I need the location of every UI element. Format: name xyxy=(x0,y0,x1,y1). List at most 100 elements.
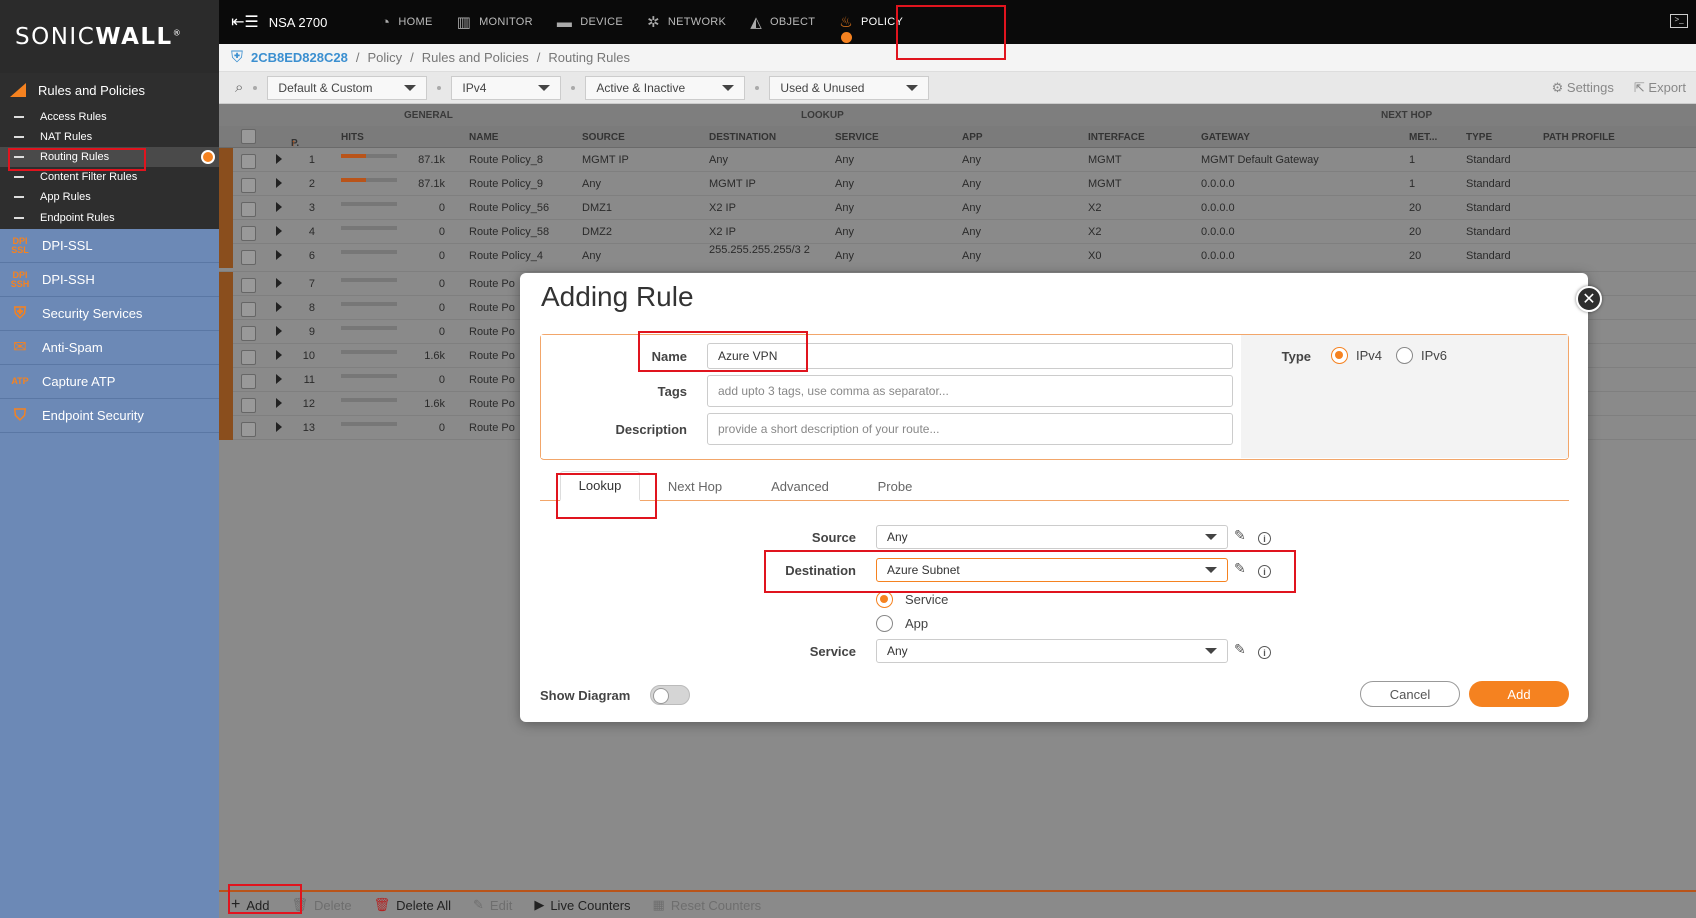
destination-info-icon[interactable]: i xyxy=(1258,565,1271,578)
row-checkbox[interactable] xyxy=(241,178,256,193)
search-icon[interactable]: ⌕ xyxy=(235,79,243,96)
close-icon[interactable]: ✕ xyxy=(1576,286,1602,312)
sidebar-item-anti-spam[interactable]: ✉ Anti-Spam xyxy=(0,331,219,365)
settings-button[interactable]: ⚙ Settings xyxy=(1552,80,1614,96)
expand-arrow-icon[interactable] xyxy=(276,374,282,384)
edit-button[interactable]: ✎ Edit xyxy=(473,897,512,913)
col-source[interactable]: SOURCE xyxy=(582,132,625,143)
sidebar-item-app-rules[interactable]: App Rules xyxy=(0,187,219,207)
table-row[interactable]: 4 0 Route Policy_58 DMZ2 X2 IP Any Any X2 0.0.0.… xyxy=(219,220,1696,244)
terminal-icon[interactable]: >_ xyxy=(1670,14,1688,28)
filter-ip-version[interactable]: IPv4 xyxy=(451,75,562,100)
sidebar-item-security-services[interactable]: ⛨ Security Services xyxy=(0,297,219,331)
type-ipv4-option[interactable]: IPv4 xyxy=(1331,347,1382,364)
add-button[interactable]: Add xyxy=(1469,681,1569,707)
expand-arrow-icon[interactable] xyxy=(276,250,282,260)
tab-advanced[interactable]: Advanced xyxy=(755,471,845,501)
row-checkbox[interactable] xyxy=(241,326,256,341)
row-checkbox[interactable] xyxy=(241,154,256,169)
nav-object[interactable]: ◭ OBJECT xyxy=(738,0,827,44)
sidebar-item-dpi-ssh[interactable]: DPI SSH DPI-SSH xyxy=(0,263,219,297)
filter-default-custom[interactable]: Default & Custom xyxy=(267,75,428,100)
option-service[interactable]: Service xyxy=(876,591,948,608)
table-row[interactable]: 3 0 Route Policy_56 DMZ1 X2 IP Any Any X2 0.0.0.… xyxy=(219,196,1696,220)
expand-arrow-icon[interactable] xyxy=(276,278,282,288)
service-edit-pencil-icon[interactable]: ✎ xyxy=(1234,641,1246,658)
col-type[interactable]: TYPE xyxy=(1466,132,1492,143)
reset-counters-button[interactable]: ▦ Reset Counters xyxy=(653,897,762,913)
col-app[interactable]: APP xyxy=(962,132,983,143)
menu-collapse-icon[interactable]: ⇤☰ xyxy=(231,12,259,32)
expand-arrow-icon[interactable] xyxy=(276,302,282,312)
expand-arrow-icon[interactable] xyxy=(276,202,282,212)
row-checkbox[interactable] xyxy=(241,302,256,317)
row-checkbox[interactable] xyxy=(241,374,256,389)
sidebar-item-content-filter-rules[interactable]: Content Filter Rules xyxy=(0,167,219,187)
row-checkbox[interactable] xyxy=(241,226,256,241)
sidebar-section-rules-and-policies[interactable]: Rules and Policies xyxy=(0,73,219,107)
expand-arrow-icon[interactable] xyxy=(276,178,282,188)
radio-service[interactable] xyxy=(876,591,893,608)
expand-arrow-icon[interactable] xyxy=(276,398,282,408)
source-edit-pencil-icon[interactable]: ✎ xyxy=(1234,527,1246,544)
name-input[interactable] xyxy=(707,343,1233,369)
nav-network[interactable]: ✲ NETWORK xyxy=(635,0,738,44)
destination-select[interactable]: Azure Subnet xyxy=(876,558,1228,582)
sidebar-item-capture-atp[interactable]: ATP Capture ATP xyxy=(0,365,219,399)
tab-lookup[interactable]: Lookup xyxy=(560,471,640,501)
expand-arrow-icon[interactable] xyxy=(276,226,282,236)
expand-arrow-icon[interactable] xyxy=(276,154,282,164)
col-hits[interactable]: HITS xyxy=(341,132,364,143)
filter-used-unused[interactable]: Used & Unused xyxy=(769,75,930,100)
service-select[interactable]: Any xyxy=(876,639,1228,663)
row-checkbox[interactable] xyxy=(241,398,256,413)
radio-app[interactable] xyxy=(876,615,893,632)
row-checkbox[interactable] xyxy=(241,202,256,217)
service-info-icon[interactable]: i xyxy=(1258,646,1271,659)
delete-button[interactable]: 🗑 Delete xyxy=(291,897,351,913)
tags-input[interactable] xyxy=(707,375,1233,407)
nav-device[interactable]: ▬ DEVICE xyxy=(545,0,635,44)
row-checkbox[interactable] xyxy=(241,278,256,293)
nav-monitor[interactable]: ▥ MONITOR xyxy=(445,0,545,44)
option-app[interactable]: App xyxy=(876,615,928,632)
col-interface[interactable]: INTERFACE xyxy=(1088,132,1145,143)
breadcrumb-policy[interactable]: Policy xyxy=(367,50,402,65)
row-checkbox[interactable] xyxy=(241,422,256,437)
col-gateway[interactable]: GATEWAY xyxy=(1201,132,1250,143)
device-menu[interactable]: ⇤☰ NSA 2700 xyxy=(219,12,369,32)
delete-all-button[interactable]: 🗑 Delete All xyxy=(374,897,451,913)
sidebar-item-dpi-ssl[interactable]: DPI SSL DPI-SSL xyxy=(0,229,219,263)
expand-arrow-icon[interactable] xyxy=(276,422,282,432)
cancel-button[interactable]: Cancel xyxy=(1360,681,1460,707)
breadcrumb-rules-and-policies[interactable]: Rules and Policies xyxy=(422,50,529,65)
tab-probe[interactable]: Probe xyxy=(855,471,935,501)
col-name[interactable]: NAME xyxy=(469,132,498,143)
row-checkbox[interactable] xyxy=(241,250,256,265)
sidebar-item-access-rules[interactable]: Access Rules xyxy=(0,107,219,127)
export-button[interactable]: ⇱ Export xyxy=(1634,80,1686,96)
expand-arrow-icon[interactable] xyxy=(276,350,282,360)
col-metric[interactable]: MET... xyxy=(1409,132,1437,143)
sidebar-item-endpoint-rules[interactable]: Endpoint Rules xyxy=(0,207,219,229)
expand-arrow-icon[interactable] xyxy=(276,326,282,336)
sidebar-item-routing-rules[interactable]: Routing Rules xyxy=(0,147,219,167)
breadcrumb-device[interactable]: 2CB8ED828C28 xyxy=(251,50,348,65)
filter-active-inactive[interactable]: Active & Inactive xyxy=(585,75,746,100)
tab-next-hop[interactable]: Next Hop xyxy=(650,471,740,501)
source-info-icon[interactable]: i xyxy=(1258,532,1271,545)
destination-edit-pencil-icon[interactable]: ✎ xyxy=(1234,560,1246,577)
description-input[interactable] xyxy=(707,413,1233,445)
source-select[interactable]: Any xyxy=(876,525,1228,549)
col-destination[interactable]: DESTINATION xyxy=(709,132,776,143)
sidebar-item-nat-rules[interactable]: NAT Rules xyxy=(0,127,219,147)
table-row[interactable]: 6 0 Route Policy_4 Any 255.255.255.255/3 2 An… xyxy=(219,244,1696,272)
col-path-profile[interactable]: PATH PROFILE xyxy=(1543,132,1615,143)
radio-ipv6[interactable] xyxy=(1396,347,1413,364)
nav-policy[interactable]: ♨ POLICY xyxy=(827,0,915,44)
type-ipv6-option[interactable]: IPv6 xyxy=(1396,347,1447,364)
show-diagram-toggle[interactable] xyxy=(650,685,690,705)
radio-ipv4[interactable] xyxy=(1331,347,1348,364)
table-row[interactable]: 1 87.1k Route Policy_8 MGMT IP Any Any Any MGMT… xyxy=(219,148,1696,172)
live-counters-button[interactable]: ▶ Live Counters xyxy=(534,897,630,913)
